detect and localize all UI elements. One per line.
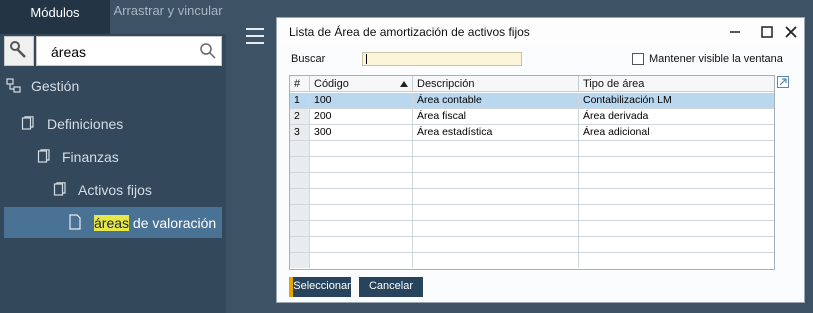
cell-codigo: 100 xyxy=(310,93,413,108)
empty-row xyxy=(290,221,774,237)
seleccionar-button[interactable]: Seleccionar xyxy=(289,277,351,297)
tree-item-areas-label-rest: de valoración xyxy=(129,215,217,231)
cell-tipo-area: Contabilización LM xyxy=(583,94,672,106)
buscar-label: Buscar xyxy=(291,53,326,65)
results-table: # Código Descripción Tipo de área 1 100 … xyxy=(289,75,775,270)
folder-icon xyxy=(21,116,34,130)
empty-row xyxy=(290,141,774,157)
maximize-icon[interactable] xyxy=(757,22,777,42)
document-icon xyxy=(69,214,81,230)
empty-row xyxy=(290,253,774,269)
column-header-descripcion[interactable]: Descripción xyxy=(413,76,579,92)
tree-item-definiciones-label: Definiciones xyxy=(47,116,124,132)
buscar-input[interactable] xyxy=(362,52,522,66)
cell-tipo-area: Área derivada xyxy=(583,110,649,122)
tab-modulos-label: Módulos xyxy=(30,5,80,20)
minimize-icon[interactable] xyxy=(725,22,745,42)
tree-item-activos-fijos-label: Activos fijos xyxy=(78,182,152,198)
search-icon[interactable] xyxy=(199,42,217,60)
row-number: 2 xyxy=(290,109,310,124)
table-row[interactable]: 1 100 Área contable Contabilización LM xyxy=(290,93,774,109)
empty-row xyxy=(290,205,774,221)
tree-item-finanzas-label: Finanzas xyxy=(62,149,119,165)
folder-icon xyxy=(37,149,50,163)
empty-row xyxy=(290,157,774,173)
cancelar-button[interactable]: Cancelar xyxy=(359,277,423,297)
tab-modulos[interactable]: Módulos xyxy=(0,0,110,34)
cell-codigo: 200 xyxy=(310,109,413,124)
module-tabs: Módulos Arrastrar y vincular xyxy=(0,0,226,34)
keep-visible-label[interactable]: Mantener visible la ventana xyxy=(649,53,783,65)
search-match-highlight: áreas xyxy=(94,215,130,231)
row-number: 3 xyxy=(290,125,310,140)
cell-descripcion: Área fiscal xyxy=(413,109,579,124)
modules-panel: Módulos Arrastrar y vincular áreas Gesti xyxy=(0,0,226,313)
close-icon[interactable] xyxy=(781,22,801,42)
amortization-area-list-dialog: Lista de Área de amortización de activos… xyxy=(276,17,805,303)
dialog-title: Lista de Área de amortización de activos… xyxy=(289,25,530,39)
hierarchy-icon xyxy=(6,78,21,93)
cell-codigo: 300 xyxy=(310,125,413,140)
wrench-icon xyxy=(10,41,26,58)
cell-tipo-area: Área adicional xyxy=(583,126,650,138)
empty-row xyxy=(290,237,774,253)
column-header-codigo[interactable]: Código xyxy=(310,76,413,92)
module-search-value: áreas xyxy=(51,44,87,60)
table-row[interactable]: 3 300 Área estadística Área adicional xyxy=(290,125,774,141)
tools-button[interactable] xyxy=(4,36,34,66)
module-search-input[interactable]: áreas xyxy=(36,36,222,66)
hamburger-icon[interactable] xyxy=(246,28,264,44)
cell-descripcion: Área contable xyxy=(413,93,579,108)
keep-visible-checkbox[interactable] xyxy=(632,53,644,65)
background-window-fragment xyxy=(806,244,813,270)
expand-icon[interactable] xyxy=(777,76,789,88)
cell-descripcion: Área estadística xyxy=(413,125,579,140)
tab-arrastrar-vincular[interactable]: Arrastrar y vincular xyxy=(110,0,226,34)
empty-row xyxy=(290,173,774,189)
tree-item-areas-label: áreas de valoración xyxy=(94,215,216,231)
table-row[interactable]: 2 200 Área fiscal Área derivada xyxy=(290,109,774,125)
tab-arrastrar-vincular-label: Arrastrar y vincular xyxy=(113,3,223,18)
table-header: # Código Descripción Tipo de área xyxy=(290,76,774,92)
dialog-titlebar[interactable]: Lista de Área de amortización de activos… xyxy=(277,18,804,46)
empty-row xyxy=(290,189,774,205)
row-number: 1 xyxy=(290,93,310,108)
text-caret xyxy=(366,54,367,64)
tree-item-areas-de-valoracion[interactable]: áreas de valoración xyxy=(4,207,222,238)
tree-item-gestion-label: Gestión xyxy=(31,78,80,94)
sort-up-icon xyxy=(400,81,408,87)
column-header-tipo-area[interactable]: Tipo de área xyxy=(579,76,776,92)
module-search-row: áreas xyxy=(4,36,222,66)
folder-icon xyxy=(53,182,66,196)
column-header-num[interactable]: # xyxy=(290,76,310,92)
